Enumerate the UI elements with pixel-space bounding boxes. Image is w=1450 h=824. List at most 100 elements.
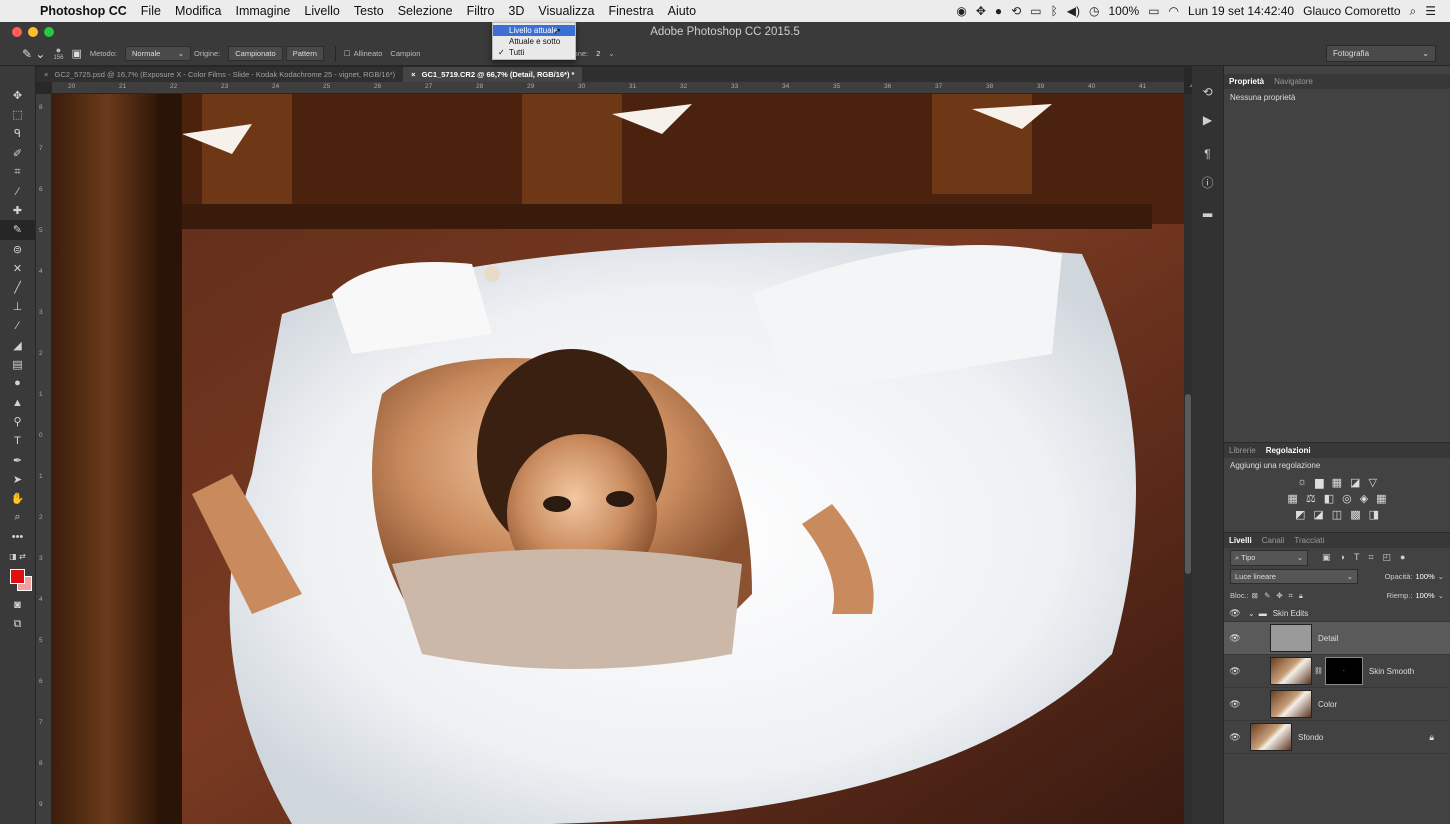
chevron-down-icon[interactable]: ⌄ (1248, 609, 1255, 618)
spotlight-search-icon[interactable]: ⌕ (1410, 4, 1417, 19)
eyedropper-tool-icon[interactable]: ⁄ (0, 182, 35, 201)
black-white-icon[interactable]: ◧ (1324, 492, 1334, 505)
layer-background[interactable]: 👁︎ Sfondo 🔒︎ (1224, 721, 1450, 754)
vibrance-icon[interactable]: ▽ (1368, 476, 1376, 489)
menu-finestra[interactable]: Finestra (601, 0, 660, 22)
layer-color[interactable]: 👁︎ Color (1224, 688, 1450, 721)
screen-mode-icon[interactable]: ⧉ (0, 615, 35, 634)
lock-pixels-icon[interactable]: ✎ (1264, 591, 1270, 600)
smart-object-filter-icon[interactable]: ◰ (1383, 552, 1392, 563)
airplay-icon[interactable]: ▭ (1030, 4, 1041, 18)
quick-mask-icon[interactable]: ◙ (0, 596, 35, 615)
tab-layers[interactable]: Livelli (1229, 536, 1252, 545)
brightness-contrast-icon[interactable]: ☼ (1297, 476, 1307, 489)
menu-app-name[interactable]: Photoshop CC (36, 0, 134, 22)
scrollbar-thumb[interactable] (1185, 394, 1191, 574)
document-tab[interactable]: × GC2_5725.psd @ 16,7% (Exposure X - Col… (36, 67, 403, 82)
character-icon[interactable]: ¶ (1192, 140, 1223, 168)
pen-tool-icon[interactable]: ✒ (0, 451, 35, 470)
fill-value[interactable]: 100% (1416, 591, 1435, 600)
invert-icon[interactable]: ◩ (1295, 508, 1305, 521)
brush-settings-icon[interactable]: ▣ (71, 47, 81, 60)
zoom-tool-icon[interactable]: ⌕ (0, 508, 35, 527)
quick-selection-tool-icon[interactable]: ✐ (0, 144, 35, 163)
tab-channels[interactable]: Canali (1262, 536, 1285, 545)
close-icon[interactable]: × (411, 70, 415, 79)
antivirus-icon[interactable]: ● (995, 4, 1002, 18)
histogram-icon[interactable]: ▂ (1192, 196, 1223, 224)
type-filter-icon[interactable]: T (1354, 552, 1360, 563)
diffusion-select[interactable]: 2 ⌄ (596, 49, 614, 58)
dropdown-item-current-layer[interactable]: Livello attuale ➚ (493, 25, 575, 36)
wifi-icon[interactable]: ◠ (1169, 4, 1179, 18)
tab-adjustments[interactable]: Regolazioni (1266, 446, 1311, 455)
user-name[interactable]: Glauco Comoretto (1303, 4, 1400, 18)
tab-paths[interactable]: Tracciati (1294, 536, 1324, 545)
healing-brush-tool-icon[interactable]: ✎ (0, 220, 35, 240)
color-lookup-icon[interactable]: ▦ (1376, 492, 1386, 505)
eye-icon[interactable]: 👁︎ (1224, 699, 1246, 710)
vertical-scrollbar[interactable] (1184, 94, 1192, 824)
marquee-tool-icon[interactable]: ⬚ (0, 105, 35, 124)
crop-tool-icon[interactable]: ⌗ (0, 163, 35, 182)
chevron-down-icon[interactable]: ⌄ (1438, 591, 1444, 600)
eye-icon[interactable]: 👁︎ (1224, 633, 1246, 644)
tab-properties[interactable]: Proprietà (1229, 77, 1264, 86)
layer-skin-smooth[interactable]: 👁︎ ⛓ · Skin Smooth (1224, 655, 1450, 688)
default-colors-icon[interactable]: ◨ ⇄ (0, 547, 35, 566)
actions-play-icon[interactable]: ▶ (1192, 106, 1223, 134)
foreground-color-swatch[interactable] (10, 568, 25, 584)
posterize-icon[interactable]: ◪ (1313, 508, 1323, 521)
lock-icon[interactable]: 🔒︎ (1429, 732, 1434, 743)
notification-center-icon[interactable]: ☰ (1425, 4, 1436, 18)
source-pattern-button[interactable]: Pattern (285, 46, 324, 61)
eye-icon[interactable]: 👁︎ (1224, 732, 1246, 743)
dodge-tool-icon[interactable]: ⚲ (0, 412, 35, 431)
record-icon[interactable]: ◉ (956, 4, 966, 18)
menu-file[interactable]: File (134, 0, 168, 22)
battery-icon[interactable]: ▭ (1148, 4, 1159, 18)
menu-visualizza[interactable]: Visualizza (531, 0, 601, 22)
curves-icon[interactable]: ▦ (1332, 476, 1342, 489)
eye-icon[interactable]: 👁︎ (1224, 608, 1246, 619)
path-selection-tool-icon[interactable]: ➤ (0, 470, 35, 489)
blend-mode-select[interactable]: Luce lineare ⌄ (1230, 569, 1358, 584)
more-tools-icon[interactable]: ••• (0, 527, 35, 546)
brush-tool-icon[interactable]: ╱ (0, 278, 35, 297)
chain-link-icon[interactable]: ⛓ (1314, 667, 1323, 675)
tab-navigator[interactable]: Navigatore (1274, 77, 1313, 86)
hue-saturation-icon[interactable]: ▦ (1287, 492, 1297, 505)
move-tool-icon[interactable]: ✥ (0, 86, 35, 105)
document-canvas[interactable] (52, 94, 1184, 824)
layer-filter-select[interactable]: ⌕ Tipo ⌄ (1230, 549, 1308, 566)
document-tab-active[interactable]: × GC1_5719.CR2 @ 66,7% (Detail, RGB/16*)… (403, 67, 583, 82)
gradient-map-icon[interactable]: ▩ (1350, 508, 1360, 521)
info-icon[interactable]: ⓘ (1192, 168, 1223, 196)
horizontal-ruler[interactable]: 20 21 22 23 24 25 26 27 28 29 30 31 32 33 34 35 36 37 38 39… (52, 82, 1197, 94)
history-icon[interactable]: ⟲ (1192, 78, 1223, 106)
blur-tool-icon[interactable]: ● (0, 374, 35, 393)
lock-position-icon[interactable]: ✥ (1276, 591, 1282, 600)
type-tool-icon[interactable]: T (0, 431, 35, 450)
chevron-down-icon[interactable]: ⌄ (1438, 572, 1444, 581)
content-aware-move-tool-icon[interactable]: ✕ (0, 259, 35, 278)
method-select[interactable]: Normale ⌄ (124, 46, 191, 61)
exposure-icon[interactable]: ◪ (1350, 476, 1360, 489)
menu-aiuto[interactable]: Aiuto (661, 0, 704, 22)
menu-immagine[interactable]: Immagine (229, 0, 298, 22)
workspace-select[interactable]: Fotografia ⌄ (1326, 45, 1436, 62)
color-balance-icon[interactable]: ⚖ (1306, 492, 1316, 505)
eraser-tool-icon[interactable]: ◢ (0, 335, 35, 354)
shape-filter-icon[interactable]: ⌗ (1368, 552, 1373, 563)
bluetooth-icon[interactable]: ᛒ (1051, 4, 1058, 18)
lasso-tool-icon[interactable]: ᑫ (0, 124, 35, 143)
source-sampled-button[interactable]: Campionato (228, 46, 283, 61)
channel-mixer-icon[interactable]: ◈ (1360, 492, 1368, 505)
menu-livello[interactable]: Livello (297, 0, 346, 22)
aligned-checkbox[interactable]: ☐ Allineato (344, 49, 383, 58)
healing-brush-preset-icon[interactable]: ✎ ⌄ (22, 47, 45, 61)
layer-mask-thumbnail[interactable]: · (1324, 657, 1363, 685)
sharpen-tool-icon[interactable]: ▲ (0, 393, 35, 412)
filter-toggle-icon[interactable]: ● (1400, 552, 1405, 563)
menu-modifica[interactable]: Modifica (168, 0, 229, 22)
